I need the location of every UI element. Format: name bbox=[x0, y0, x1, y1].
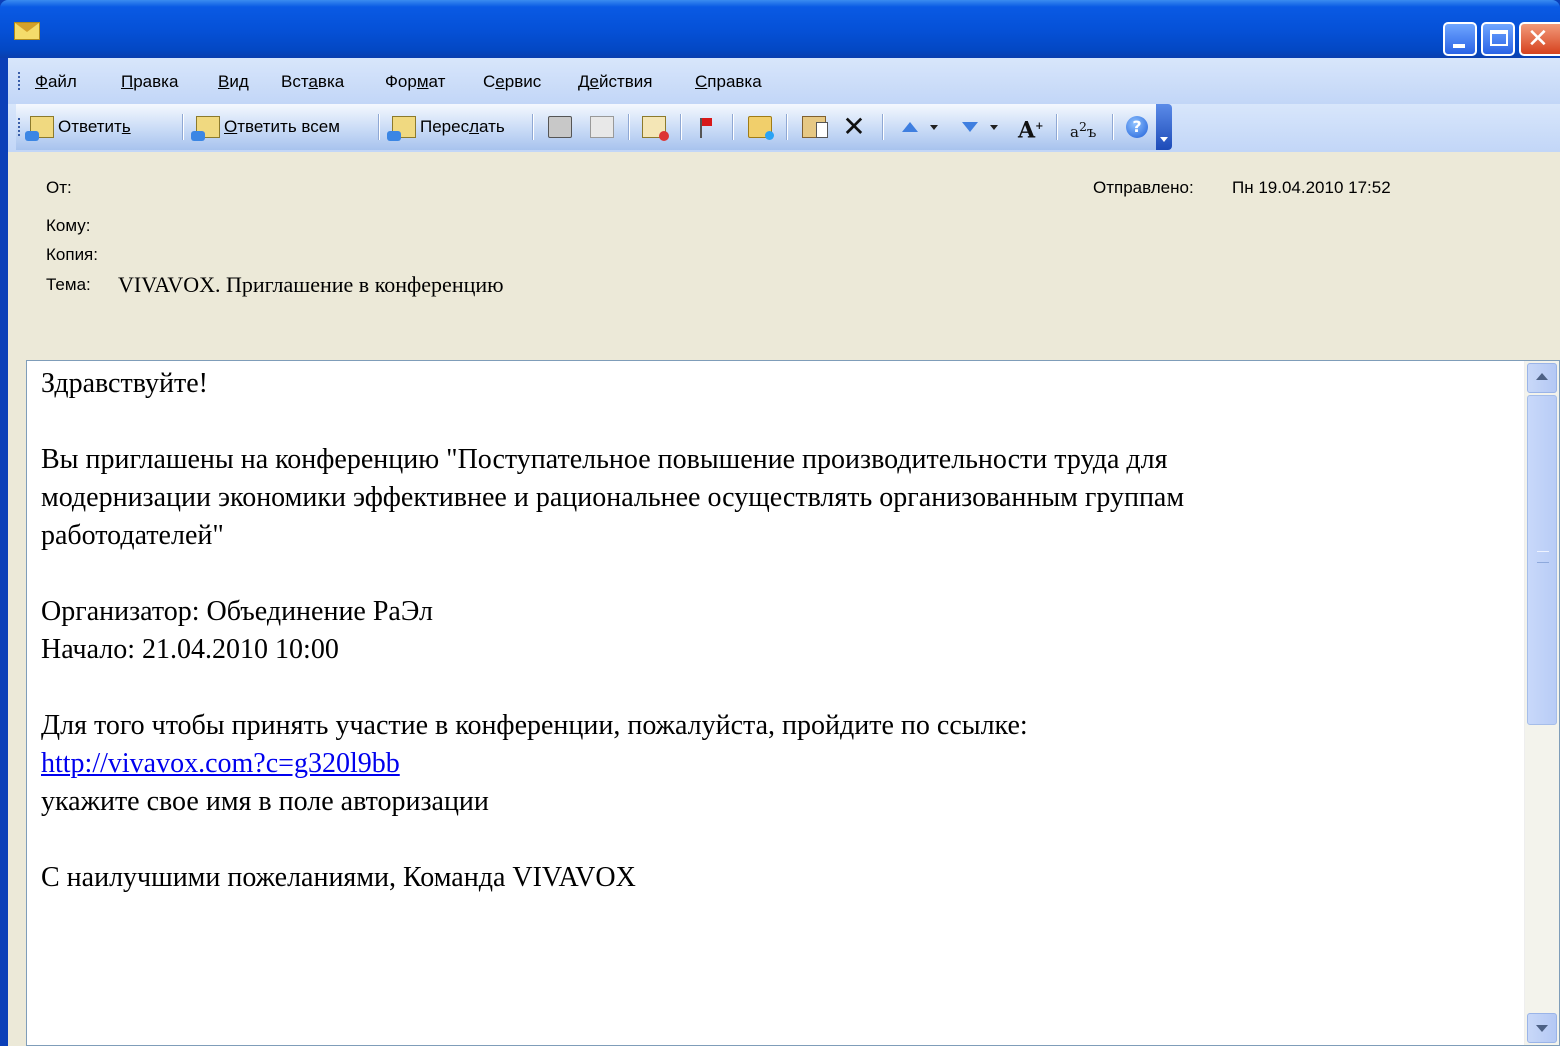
toolbar-separator bbox=[378, 114, 380, 140]
toolbar-separator bbox=[628, 114, 630, 140]
reply-icon bbox=[25, 116, 54, 141]
menu-actions[interactable]: Действия bbox=[578, 72, 653, 92]
toolbar-separator bbox=[1112, 114, 1114, 140]
menu-view[interactable]: Вид bbox=[218, 72, 249, 92]
standard-toolbar: Ответить Ответить всем Переслать ✕ A+ a2… bbox=[16, 104, 1166, 150]
font-size-icon: A+ bbox=[1018, 117, 1044, 144]
to-label: Кому: bbox=[46, 216, 91, 235]
move-icon bbox=[642, 116, 669, 141]
move-to-folder-button[interactable] bbox=[642, 112, 669, 142]
toolbar-separator bbox=[532, 114, 534, 140]
window-client: Файл Правка Вид Вставка Формат Сервис Де… bbox=[8, 58, 1560, 1046]
minimize-icon bbox=[1453, 44, 1465, 48]
start-line: Начало: 21.04.2010 10:00 bbox=[41, 634, 339, 665]
translate-button[interactable]: a2ъ bbox=[1070, 112, 1097, 142]
toolbar-separator bbox=[882, 114, 884, 140]
previous-item-button[interactable] bbox=[896, 112, 938, 142]
copy-icon bbox=[590, 116, 614, 138]
minimize-button[interactable] bbox=[1443, 22, 1477, 56]
vertical-scrollbar[interactable] bbox=[1524, 361, 1559, 1045]
organizer-line: Организатор: Объединение РаЭл bbox=[41, 596, 433, 627]
sent-value: Пн 19.04.2010 17:52 bbox=[1232, 178, 1391, 197]
maximize-icon bbox=[1490, 30, 1508, 46]
close-icon: ✕ bbox=[1527, 24, 1549, 54]
menu-edit[interactable]: Правка bbox=[121, 72, 178, 92]
folder-icon bbox=[748, 116, 774, 140]
invitation-line: Вы приглашены на конференцию "Поступател… bbox=[41, 444, 1168, 475]
subject-label: Тема: bbox=[46, 275, 91, 294]
reply-button[interactable]: Ответить bbox=[25, 112, 131, 142]
toolbar-separator bbox=[680, 114, 682, 140]
chevron-down-icon bbox=[1536, 1025, 1548, 1032]
signoff-line: С наилучшими пожеланиями, Команда VIVAVO… bbox=[41, 862, 636, 893]
flag-icon bbox=[696, 116, 714, 138]
scroll-up-button[interactable] bbox=[1527, 363, 1557, 393]
message-text: Здравствуйте! Вы приглашены на конференц… bbox=[41, 365, 1521, 897]
menu-help[interactable]: Справка bbox=[695, 72, 762, 92]
translate-icon: a2ъ bbox=[1070, 119, 1097, 141]
toolbar-separator bbox=[1056, 114, 1058, 140]
toolbar-separator bbox=[182, 114, 184, 140]
paste-icon bbox=[802, 116, 828, 138]
delete-icon: ✕ bbox=[842, 110, 866, 143]
toolbar-grip[interactable] bbox=[18, 118, 23, 136]
copy-button[interactable] bbox=[590, 112, 614, 142]
greeting: Здравствуйте! bbox=[41, 368, 208, 399]
message-body[interactable]: Здравствуйте! Вы приглашены на конференц… bbox=[26, 360, 1560, 1046]
help-button[interactable]: ? bbox=[1126, 112, 1148, 142]
from-label: От: bbox=[46, 178, 72, 197]
forward-icon bbox=[387, 116, 416, 141]
cc-label: Копия: bbox=[46, 245, 98, 264]
menu-file[interactable]: Файл bbox=[35, 72, 77, 92]
menu-insert[interactable]: Вставка bbox=[281, 72, 344, 92]
reply-all-icon bbox=[191, 116, 220, 141]
close-button[interactable]: ✕ bbox=[1519, 22, 1560, 56]
invitation-line: работодателей" bbox=[41, 520, 224, 551]
chevron-up-icon bbox=[1536, 373, 1548, 380]
delete-button[interactable]: ✕ bbox=[842, 112, 866, 142]
print-icon bbox=[548, 116, 572, 138]
title-bar: ✕ bbox=[0, 0, 1560, 58]
envelope-icon bbox=[14, 22, 40, 40]
toolbar-separator bbox=[786, 114, 788, 140]
conference-link[interactable]: http://vivavox.com?c=g320l9bb bbox=[41, 748, 400, 779]
open-folder-button[interactable] bbox=[748, 112, 774, 142]
paste-button[interactable] bbox=[802, 112, 828, 142]
maximize-button[interactable] bbox=[1481, 22, 1515, 56]
menu-tools[interactable]: Сервис bbox=[483, 72, 541, 92]
reply-all-button[interactable]: Ответить всем bbox=[191, 112, 340, 142]
next-item-button[interactable] bbox=[956, 112, 998, 142]
font-size-button[interactable]: A+ bbox=[1018, 112, 1044, 144]
subject-value: VIVAVOX. Приглашение в конференцию bbox=[118, 272, 504, 297]
instruction-line: Для того чтобы принять участие в конфере… bbox=[41, 710, 1028, 741]
next-item-icon bbox=[956, 116, 980, 138]
follow-up-flag-button[interactable] bbox=[696, 112, 714, 142]
chevron-down-icon bbox=[930, 124, 938, 130]
menu-format[interactable]: Формат bbox=[385, 72, 445, 92]
toolbar-separator bbox=[732, 114, 734, 140]
scroll-down-button[interactable] bbox=[1527, 1013, 1557, 1043]
invitation-line: модернизации экономики эффективнее и рац… bbox=[41, 482, 1185, 513]
toolbar-options-button[interactable] bbox=[1156, 104, 1172, 150]
forward-button[interactable]: Переслать bbox=[387, 112, 505, 142]
print-button[interactable] bbox=[548, 112, 572, 142]
menu-grip[interactable] bbox=[18, 72, 23, 90]
name-hint-line: укажите свое имя в поле авторизации bbox=[41, 786, 489, 817]
scroll-thumb[interactable] bbox=[1527, 395, 1557, 725]
sent-label: Отправлено: bbox=[1093, 178, 1194, 197]
previous-item-icon bbox=[896, 116, 920, 138]
chevron-down-icon bbox=[990, 124, 998, 130]
help-icon: ? bbox=[1126, 116, 1148, 138]
menu-bar: Файл Правка Вид Вставка Формат Сервис Де… bbox=[8, 58, 1560, 104]
